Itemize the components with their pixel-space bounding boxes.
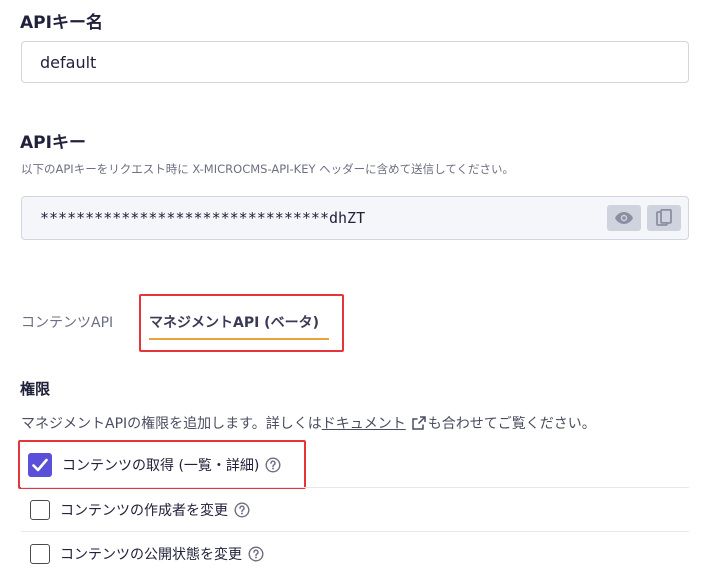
permissions-title: 権限: [20, 380, 51, 398]
api-key-label: APIキー: [20, 133, 86, 153]
permissions-description: マネジメントAPIの権限を追加します。詳しくはドキュメント も合わせてご覧ください…: [21, 413, 596, 433]
permission-checkbox-change-status[interactable]: [30, 544, 50, 564]
help-icon[interactable]: [248, 546, 264, 562]
documentation-link[interactable]: ドキュメント: [322, 416, 406, 432]
permission-label: コンテンツの公開状態を変更: [60, 547, 242, 563]
permission-item: コンテンツの公開状態を変更: [21, 531, 689, 576]
copy-key-button[interactable]: [647, 205, 681, 231]
eye-icon: [615, 212, 633, 224]
permission-item: コンテンツの作成者を変更: [21, 487, 689, 532]
api-tabs: コンテンツAPI マネジメントAPI (ベータ): [0, 290, 723, 356]
permission-checkbox-change-author[interactable]: [30, 500, 50, 520]
external-link-icon: [412, 416, 426, 430]
permissions-description-tail: も合わせてご覧ください。: [427, 416, 596, 432]
permission-label: コンテンツの作成者を変更: [60, 503, 228, 519]
api-key-value: ********************************dhZT: [40, 209, 366, 227]
api-key-description: 以下のAPIキーをリクエスト時に X-MICROCMS-API-KEY ヘッダー…: [21, 162, 514, 176]
show-key-button[interactable]: [607, 205, 641, 231]
copy-icon: [656, 209, 672, 226]
tab-content-api[interactable]: コンテンツAPI: [21, 312, 113, 332]
api-key-field: ********************************dhZT: [21, 196, 689, 240]
api-key-name-input[interactable]: [21, 41, 689, 83]
permission-highlight-box: [18, 440, 306, 489]
permissions-description-text: マネジメントAPIの権限を追加します。詳しくは: [21, 416, 322, 432]
api-key-name-label: APIキー名: [20, 13, 103, 33]
tab-highlight-box: [139, 294, 344, 352]
help-icon[interactable]: [234, 502, 250, 518]
